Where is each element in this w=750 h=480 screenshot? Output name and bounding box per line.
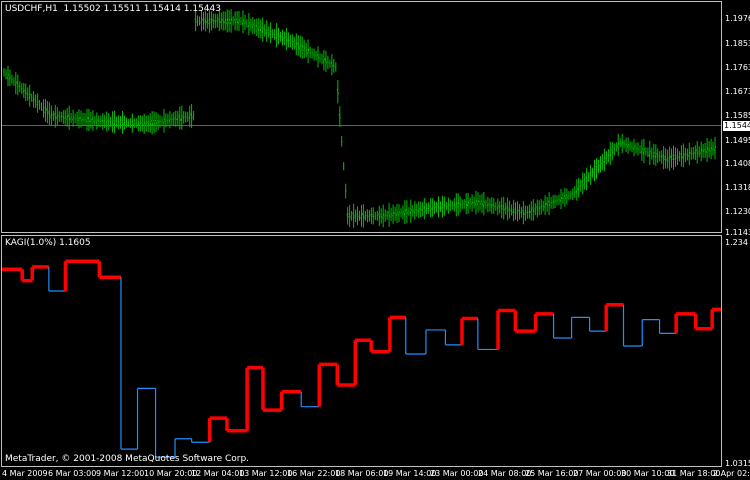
time-axis-label: 25 Mar 16:00 bbox=[525, 469, 579, 478]
price-axis-label: 1.18530 bbox=[725, 39, 750, 48]
time-axis-label: 12 Mar 04:00 bbox=[191, 469, 245, 478]
time-axis-label: 4 Mar 2009 bbox=[2, 469, 48, 478]
time-axis-label: 16 Mar 22:00 bbox=[287, 469, 341, 478]
price-axis-label: 1.11430 bbox=[725, 228, 750, 237]
price-axis-label: 1.17630 bbox=[725, 63, 750, 72]
price-series-line bbox=[3, 9, 717, 228]
price-axis-label: 1.15855 bbox=[725, 111, 750, 120]
copyright-text: MetaTrader, © 2001-2008 MetaQuotes Softw… bbox=[5, 454, 250, 464]
price-axis-label: 1.13180 bbox=[725, 183, 750, 192]
price-chart-svg bbox=[2, 9, 721, 228]
time-axis-label: 13 Mar 12:00 bbox=[239, 469, 293, 478]
time-axis-label: 24 Mar 08:00 bbox=[478, 469, 532, 478]
current-price-marker: 1.15443 bbox=[723, 121, 750, 131]
kagi-chart-svg bbox=[2, 259, 721, 458]
price-axis-label: 1.19765 bbox=[725, 14, 750, 23]
chart-title: USDCHF,H1 1.15502 1.15511 1.15414 1.1544… bbox=[5, 4, 221, 14]
time-axis-label: 10 Mar 20:00 bbox=[144, 469, 198, 478]
price-axis-label: 1.14080 bbox=[725, 159, 750, 168]
time-axis-label: 27 Mar 00:00 bbox=[573, 469, 627, 478]
indicator-title: KAGI(1.0%) 1.1605 bbox=[5, 238, 91, 248]
price-axis-label: 1.14955 bbox=[725, 136, 750, 145]
indicator-axis-label: 1.234 bbox=[725, 238, 748, 247]
chart-window[interactable]: USDCHF,H1 1.15502 1.15511 1.15414 1.1544… bbox=[0, 0, 750, 480]
time-axis-label: 19 Mar 14:00 bbox=[383, 469, 437, 478]
price-axis-label: 1.16730 bbox=[725, 87, 750, 96]
time-axis-label: 2 Apr 02:00 bbox=[713, 469, 750, 478]
price-chart-pane[interactable]: USDCHF,H1 1.15502 1.15511 1.15414 1.1544… bbox=[1, 1, 722, 233]
time-axis-label: 9 Mar 12:00 bbox=[96, 469, 145, 478]
kagi-indicator-pane[interactable]: KAGI(1.0%) 1.1605 MetaTrader, © 2001-200… bbox=[1, 235, 722, 467]
time-axis-label: 23 Mar 00:00 bbox=[430, 469, 484, 478]
time-axis-label: 6 Mar 03:00 bbox=[48, 469, 97, 478]
time-axis-label: 18 Mar 06:00 bbox=[335, 469, 389, 478]
indicator-axis-label: 1.0315 bbox=[725, 459, 750, 468]
price-axis-label: 1.12305 bbox=[725, 207, 750, 216]
